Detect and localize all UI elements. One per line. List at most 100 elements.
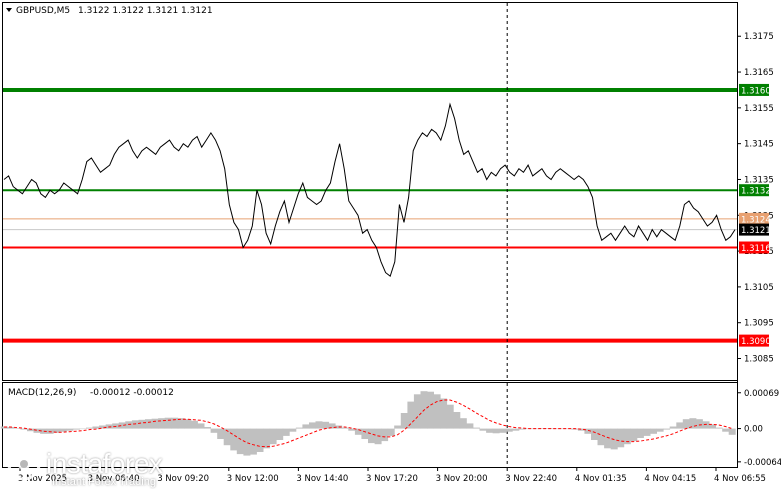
macd-bar	[361, 428, 369, 439]
price-tick-label: 1.3145	[744, 140, 774, 150]
macd-bar	[263, 428, 271, 449]
current-price-badge: 1.3121	[741, 226, 771, 236]
macd-bar	[663, 428, 671, 430]
time-tick-label: 4 Nov 01:35	[575, 474, 627, 484]
macd-bar	[315, 421, 323, 429]
macd-bar	[715, 427, 723, 429]
macd-bar	[413, 394, 421, 429]
time-tick-label: 3 Nov 22:40	[505, 474, 557, 484]
macd-bar	[46, 428, 54, 434]
macd-bar	[512, 428, 520, 431]
macd-bar	[79, 428, 87, 430]
macd-bar	[656, 428, 664, 432]
time-tick-label: 3 Nov 12:00	[227, 474, 279, 484]
price-tick-label: 1.3095	[744, 319, 774, 329]
macd-bar	[702, 421, 710, 429]
macd-values: -0.00012 -0.00012	[90, 388, 174, 398]
macd-bar	[676, 422, 684, 429]
macd-bar	[650, 428, 657, 434]
macd-bar	[131, 420, 139, 429]
macd-bar	[217, 428, 225, 439]
macd-bar	[728, 428, 736, 435]
time-tick-label: 3 Nov 14:40	[296, 474, 348, 484]
chart-root: 1.31751.31651.31551.31451.31351.31251.31…	[0, 2, 781, 484]
macd-bar	[440, 398, 448, 429]
level-badge-1.3160: 1.3160	[741, 86, 771, 96]
macd-tick-label: 0.00	[744, 425, 763, 435]
macd-bar	[302, 424, 310, 429]
macd-bar	[381, 428, 389, 442]
ohlc-values: 1.3122 1.3122 1.3121 1.3121	[78, 6, 213, 16]
macd-bar	[295, 427, 303, 429]
level-badge-1.3090: 1.3090	[741, 337, 771, 347]
symbol-label: GBPUSD,M5	[16, 6, 70, 16]
macd-bar	[466, 423, 474, 429]
logo-emblem-icon	[7, 447, 41, 481]
price-tick-label: 1.3105	[744, 283, 774, 293]
macd-bar	[197, 423, 205, 429]
macd-bar	[630, 428, 638, 442]
price-tick-label: 1.3135	[744, 175, 774, 185]
macd-bar	[617, 428, 625, 448]
macd-bar	[204, 427, 211, 429]
macd-bar	[230, 428, 238, 451]
macd-bar	[59, 428, 67, 432]
time-tick-label: 4 Nov 06:55	[714, 474, 766, 484]
time-tick-label: 3 Nov 20:00	[436, 474, 488, 484]
price-tick-label: 1.3085	[744, 355, 774, 365]
macd-bar	[86, 427, 93, 429]
macd-bar	[151, 418, 159, 429]
macd-bar	[184, 419, 192, 429]
macd-bar	[125, 421, 133, 429]
macd-bar	[433, 394, 441, 429]
macd-bar	[682, 419, 690, 429]
logo-tagline: Instant Forex Trading	[52, 476, 156, 488]
macd-bar	[499, 428, 507, 433]
macd-bar	[158, 418, 166, 429]
macd-bar	[190, 420, 198, 429]
macd-bar	[453, 412, 461, 429]
macd-bar	[597, 428, 605, 446]
macd-bar	[309, 422, 316, 429]
macd-bar	[341, 427, 349, 429]
price-panel	[2, 2, 738, 381]
macd-label: MACD(12,26,9)	[8, 388, 76, 398]
macd-bar	[722, 428, 730, 432]
macd-bar	[138, 419, 146, 429]
macd-bar	[322, 421, 330, 429]
price-tick-label: 1.3175	[744, 32, 774, 42]
macd-bar	[695, 419, 703, 429]
price-tick-label: 1.3165	[744, 68, 774, 78]
macd-bar	[446, 404, 454, 429]
price-badges-layer: 1.31601.31321.31241.31161.30901.3121	[739, 83, 771, 347]
time-tick-label: 4 Nov 04:15	[644, 474, 696, 484]
instaforex-logo: instaforex Instant Forex Trading	[6, 444, 206, 488]
macd-bar	[604, 428, 612, 449]
macd-bar	[164, 417, 172, 429]
macd-bar	[591, 428, 598, 440]
macd-bar	[236, 428, 244, 455]
macd-bar	[289, 428, 297, 432]
macd-bar	[492, 428, 500, 434]
price-tick-label: 1.3155	[744, 104, 774, 114]
macd-bar	[387, 428, 395, 436]
macd-bar	[66, 428, 74, 431]
macd-bar	[145, 419, 152, 429]
level-badge-1.3116: 1.3116	[741, 244, 771, 254]
time-tick-label: 3 Nov 17:20	[366, 474, 418, 484]
macd-bar	[269, 428, 277, 445]
macd-bar	[368, 428, 375, 444]
macd-bar	[72, 428, 80, 430]
macd-bar	[505, 428, 513, 432]
macd-bar	[400, 413, 408, 429]
macd-bar	[472, 427, 480, 429]
macd-bar	[459, 418, 467, 429]
macd-bar	[394, 425, 402, 429]
macd-tick-label: 0.00069	[744, 389, 779, 399]
macd-bar	[486, 428, 494, 433]
macd-bar	[243, 428, 251, 456]
macd-bar	[643, 428, 651, 436]
macd-bar	[249, 428, 257, 455]
macd-bar	[669, 426, 677, 429]
macd-bar	[407, 401, 415, 429]
